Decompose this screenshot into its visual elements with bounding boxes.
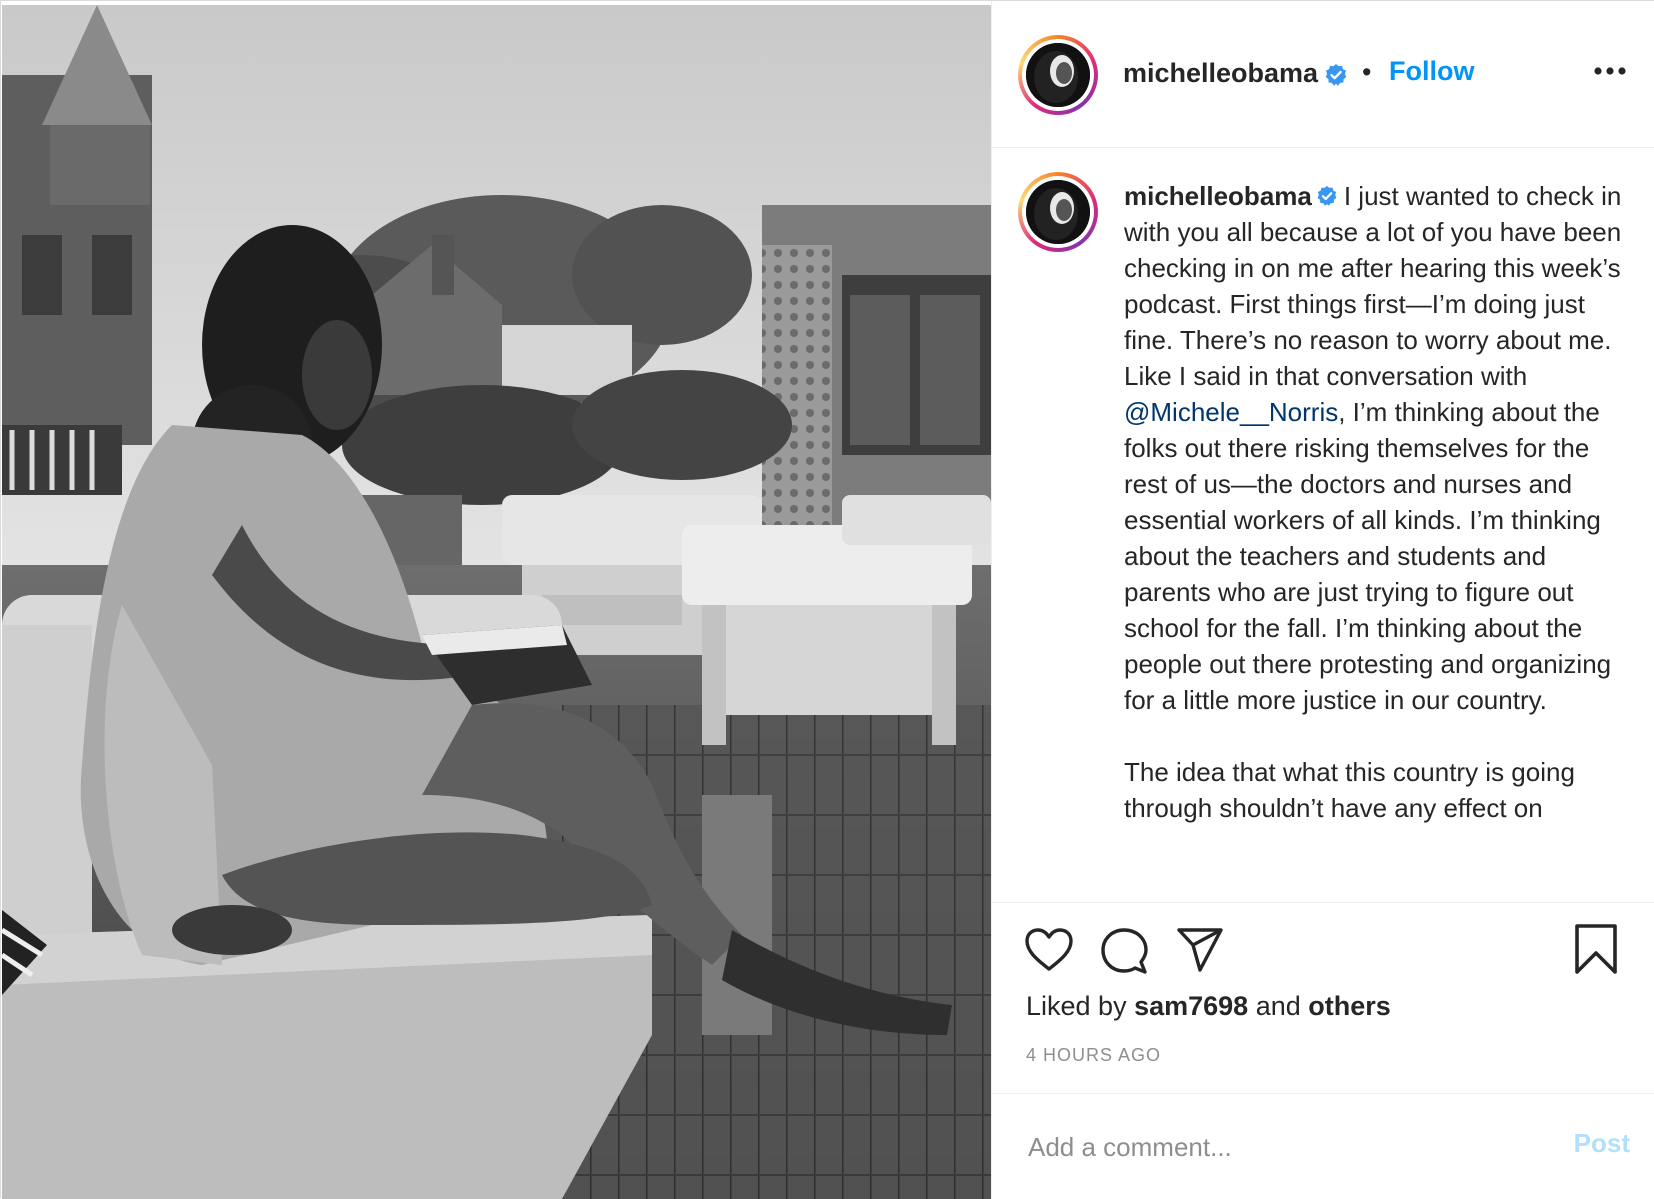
liked-by-others-link[interactable]: others [1308,991,1391,1021]
comment-bar: Post [992,1094,1654,1199]
caption-mention-link[interactable]: @Michele__Norris [1124,397,1338,427]
post-timestamp[interactable]: 4 HOURS AGO [1026,1045,1161,1066]
post-comment-button[interactable]: Post [1574,1128,1630,1159]
caption-username[interactable]: michelleobama [1124,181,1312,211]
header-separator: • [1362,57,1372,87]
follow-button[interactable]: Follow [1389,56,1474,87]
instagram-post: michelleobama • Follow michelleobama I j… [0,0,1654,1199]
header-avatar[interactable] [1018,35,1098,115]
post-sidebar: michelleobama • Follow michelleobama I j… [991,1,1654,1199]
caption-body-part2: , I’m thinking about the folks out there… [1124,397,1619,715]
caption-avatar[interactable] [1018,172,1098,252]
post-header: michelleobama • Follow [992,1,1654,148]
avatar-photo [1026,180,1090,244]
comment-icon[interactable] [1100,927,1148,975]
more-horizontal-icon[interactable] [1590,61,1630,81]
header-username[interactable]: michelleobama [1123,58,1318,89]
post-actions: Liked by sam7698 and others 4 HOURS AGO [992,903,1654,1094]
verified-badge-icon [1317,185,1337,206]
post-photo-image [2,5,991,1199]
bookmark-icon[interactable] [1574,923,1618,975]
liked-by-prefix: Liked by [1026,991,1127,1021]
liked-by-user-link[interactable]: sam7698 [1134,991,1248,1021]
caption-area: michelleobama I just wanted to check in w… [992,148,1654,903]
verified-badge-icon [1325,64,1347,86]
caption-text: michelleobama I just wanted to check in w… [1124,178,1638,826]
liked-by-and: and [1255,991,1301,1021]
comment-input[interactable] [1026,1124,1510,1170]
share-icon[interactable] [1176,927,1224,973]
heart-icon[interactable] [1024,927,1074,973]
liked-by-line: Liked by sam7698 and others [1026,991,1391,1022]
caption-body-part1: I just wanted to check in with you all b… [1124,181,1629,391]
post-photo[interactable] [2,5,991,1199]
caption-body-part3: The idea that what this country is going… [1124,757,1583,823]
avatar-photo [1026,43,1090,107]
